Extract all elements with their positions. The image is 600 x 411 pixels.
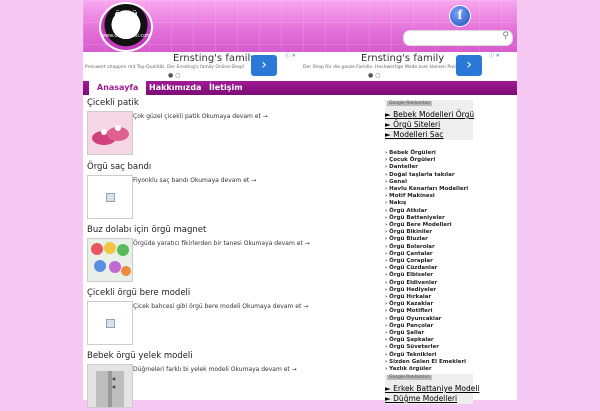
post-title[interactable]: Buz dolabı için örgü magnet — [87, 225, 206, 235]
ad-description: Der Shop für die ganze Familie. Hochwert… — [303, 65, 460, 70]
ad-choices-icon[interactable]: ⓘ ✕ — [285, 52, 296, 59]
ad-next-button[interactable]: › — [456, 55, 482, 76]
google-ads-label: Google Reklamları — [387, 101, 433, 106]
post-thumbnail[interactable] — [87, 111, 133, 155]
category-link[interactable]: › Sizden Gelen El Emekleri — [385, 359, 466, 365]
ad-description: Preiswert shoppen mit Top-Qualität. Der … — [85, 65, 245, 70]
category-link[interactable]: › Örgü Oyuncaklar — [385, 316, 441, 322]
post-thumbnail[interactable] — [87, 238, 133, 282]
google-ads-box-1: Google Reklamları ► Bebek Modelleri Örgü… — [385, 100, 474, 140]
post-excerpt[interactable]: Örgüde yaratıcı fikirlerden bir tanesi O… — [133, 240, 310, 247]
category-link[interactable]: › Örgü Atkılar — [385, 208, 427, 214]
ad-banner-1[interactable]: Ernsting's family Preiswert shoppen mit … — [83, 52, 298, 80]
category-link[interactable]: › Örgü Battaniyeler — [385, 215, 445, 221]
site-logo[interactable]: ÖRGÜ SİTESİ www.orgusitesi.com — [99, 2, 153, 52]
post-excerpt[interactable]: Düğmeleri farklı bi yelek modeli Okumaya… — [133, 366, 297, 373]
main-nav: Anasayfa Hakkımızda İletişim — [83, 81, 517, 95]
category-link[interactable]: › Örgü Elbiseler — [385, 272, 433, 278]
category-link[interactable]: › Örgü Süveterler — [385, 344, 439, 350]
search-icon[interactable]: ⚲ — [502, 31, 509, 41]
ad-choices-icon[interactable]: ⓘ ✕ — [489, 52, 500, 59]
google-ads-label: Google Reklamları — [387, 375, 433, 380]
category-link[interactable]: › Örgü Kazaklar — [385, 301, 433, 307]
category-link[interactable]: › Örgü Hırkalar — [385, 294, 431, 300]
category-link[interactable]: › Örgü Hediyeler — [385, 287, 436, 293]
category-link[interactable]: › Örgü Çantalar — [385, 251, 433, 257]
category-link[interactable]: › Bebek Örgüleri — [385, 150, 436, 156]
magnet-image — [91, 242, 131, 276]
category-link[interactable]: › Örgü Çoraplar — [385, 258, 433, 264]
image-placeholder-icon — [106, 319, 115, 328]
category-link[interactable]: › Örgü Bluzlar — [385, 236, 428, 242]
page: ÖRGÜ SİTESİ www.orgusitesi.com f ⚲ Ernst… — [83, 0, 517, 408]
ad-title[interactable]: Ernsting's family — [361, 53, 444, 64]
sidebar-ad-link[interactable]: ► Düğme Modelleri — [385, 394, 457, 403]
tab-hakkimizda[interactable]: Hakkımızda — [141, 81, 209, 95]
yelek-image — [96, 371, 124, 407]
ad-title[interactable]: Ernsting's family — [173, 53, 256, 64]
category-link[interactable]: › Örgü Şapkalar — [385, 337, 434, 343]
post-thumbnail[interactable] — [87, 175, 133, 219]
logo-text-top: ÖRGÜ SİTESİ — [113, 11, 139, 27]
category-link[interactable]: › Doğal taşlarla takılar — [385, 172, 455, 178]
post-title[interactable]: Çicekli patik — [87, 98, 139, 108]
post-thumbnail[interactable] — [87, 364, 133, 408]
logo-text-bottom: www.orgusitesi.com — [101, 33, 152, 39]
category-link[interactable]: › Havlu Kenarları Modelleri — [385, 186, 468, 192]
post-title[interactable]: Çicekli örgü bere modeli — [87, 288, 190, 298]
category-link[interactable]: › Örgü Şallar — [385, 330, 424, 336]
sidebar-ad-link[interactable]: ► Örgü Siteleri — [385, 120, 440, 129]
post-thumbnail[interactable] — [87, 301, 133, 345]
post-excerpt[interactable]: Çicek bahcesi gibi örgü bere modeli Okum… — [133, 303, 308, 310]
category-link[interactable]: › Örgü Pançolar — [385, 323, 433, 329]
image-placeholder-icon — [106, 193, 115, 202]
search-input[interactable]: ⚲ — [403, 30, 513, 46]
ad-row: Ernsting's family Preiswert shoppen mit … — [83, 52, 517, 80]
ad-banner-2[interactable]: Ernsting's family Der Shop für die ganze… — [301, 52, 516, 80]
sidebar-ad-link[interactable]: ► Modelleri Saç — [385, 130, 443, 139]
post-excerpt[interactable]: Fiyonklu saç bandı Okumaya devam et → — [133, 177, 256, 184]
category-link[interactable]: › Yazlık örgüler — [385, 366, 432, 372]
category-link[interactable]: › Örgü Bikiniler — [385, 229, 432, 235]
post-title[interactable]: Bebek örgü yelek modeli — [87, 351, 193, 361]
category-link[interactable]: › Örgü Bere Modelleri — [385, 222, 452, 228]
sidebar-ad-link[interactable]: ► Erkek Battaniye Modeli — [385, 384, 480, 393]
category-link[interactable]: › Örgü Teknikleri — [385, 352, 436, 358]
category-link[interactable]: › Nakış — [385, 200, 406, 206]
category-link[interactable]: › Örgü Bolerolar — [385, 244, 435, 250]
category-link[interactable]: › Danteller — [385, 164, 418, 170]
ad-pager[interactable]: ● ○ — [368, 72, 380, 79]
category-link[interactable]: › Çocuk Örgüleri — [385, 157, 435, 163]
sidebar-ad-link[interactable]: ► Bebek Modelleri Örgü — [385, 110, 474, 119]
ad-pager[interactable]: ● ○ — [168, 72, 180, 79]
tab-anasayfa[interactable]: Anasayfa — [89, 81, 147, 95]
category-link[interactable]: › Motif Makinesi — [385, 193, 435, 199]
post-title[interactable]: Örgü saç bandı — [87, 162, 151, 172]
category-link[interactable]: › Örgü Cüzdanlar — [385, 265, 437, 271]
facebook-icon[interactable]: f — [449, 5, 471, 27]
tab-iletisim[interactable]: İletişim — [201, 81, 251, 95]
ad-next-button[interactable]: › — [251, 55, 277, 76]
category-link[interactable]: › Örgü Motifleri — [385, 308, 433, 314]
post-excerpt[interactable]: Çok güzel çicekli patik Okumaya devam et… — [133, 113, 268, 120]
patik-image — [92, 125, 129, 145]
category-link[interactable]: › Örgü Eldivenler — [385, 280, 437, 286]
category-link[interactable]: › Genel — [385, 179, 407, 185]
site-header: ÖRGÜ SİTESİ www.orgusitesi.com f ⚲ — [83, 0, 517, 52]
